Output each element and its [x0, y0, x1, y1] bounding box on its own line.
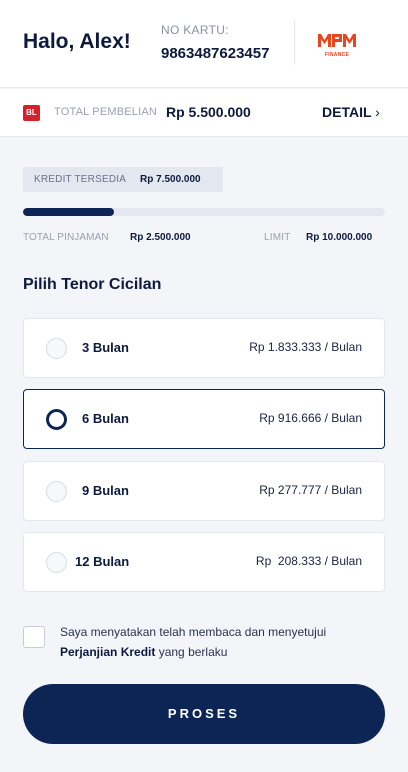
agreement-text-after: yang berlaku	[155, 645, 228, 659]
process-button[interactable]: PROSES	[23, 684, 385, 744]
limit-value: Rp 10.000.000	[306, 232, 373, 243]
radio-button[interactable]	[46, 481, 67, 502]
card-number-label: NO KARTU:	[161, 23, 229, 37]
tenor-price: Rp 916.666 / Bulan	[259, 411, 362, 425]
agreement-text: Saya menyatakan telah membaca dan menyet…	[60, 622, 380, 662]
available-credit-tag: KREDIT TERSEDIA Rp 7.500.000	[23, 167, 223, 192]
available-credit-label: KREDIT TERSEDIA	[34, 174, 127, 185]
header: Halo, Alex! NO KARTU: 9863487623457 FINA…	[0, 0, 408, 88]
tenor-option-6[interactable]: 6 Bulan Rp 916.666 / Bulan	[23, 389, 385, 449]
tenor-option-3[interactable]: 3 Bulan Rp 1.833.333 / Bulan	[23, 318, 385, 378]
tenor-price: Rp 208.333 / Bulan	[255, 554, 362, 568]
greeting: Halo, Alex!	[23, 30, 131, 53]
agreement-checkbox[interactable]	[23, 626, 45, 648]
available-credit-value: Rp 7.500.000	[140, 174, 201, 185]
total-loan-value: Rp 2.500.000	[130, 232, 191, 243]
tenor-price: Rp 1.833.333 / Bulan	[249, 340, 362, 354]
chevron-right-icon: ›	[375, 104, 380, 120]
credit-usage-bar	[23, 208, 385, 216]
tenor-label: 9 Bulan	[82, 483, 129, 498]
detail-label: DETAIL	[322, 104, 372, 120]
radio-button-selected[interactable]	[46, 409, 67, 430]
total-loan-label: TOTAL PINJAMAN	[23, 232, 109, 243]
total-purchase-value: Rp 5.500.000	[166, 104, 251, 120]
limit-label: LIMIT	[264, 232, 291, 243]
purchase-summary-bar: BL TOTAL PEMBELIAN Rp 5.500.000 DETAIL ›	[0, 89, 408, 137]
header-divider	[294, 20, 295, 65]
tenor-label: 6 Bulan	[82, 411, 129, 426]
radio-button[interactable]	[46, 338, 67, 359]
tenor-option-12[interactable]: 12 Bulan Rp 208.333 / Bulan	[23, 532, 385, 592]
tenor-label: 3 Bulan	[82, 340, 129, 355]
tenor-section-title: Pilih Tenor Cicilan	[23, 276, 162, 293]
tenor-price: Rp 277.777 / Bulan	[259, 483, 362, 497]
radio-button[interactable]	[46, 552, 67, 573]
credit-agreement-link[interactable]: Perjanjian Kredit	[60, 645, 155, 659]
agreement-text-before: Saya menyatakan telah membaca dan menyet…	[60, 625, 327, 639]
total-purchase-label: TOTAL PEMBELIAN	[54, 106, 158, 118]
card-number: 9863487623457	[161, 45, 270, 62]
tenor-label: 12 Bulan	[75, 554, 130, 569]
credit-usage-fill	[23, 208, 114, 216]
tenor-option-9[interactable]: 9 Bulan Rp 277.777 / Bulan	[23, 461, 385, 521]
detail-link[interactable]: DETAIL ›	[322, 104, 380, 120]
logo-finance-text: FINANCE	[324, 52, 350, 58]
bl-badge: BL	[23, 105, 40, 121]
